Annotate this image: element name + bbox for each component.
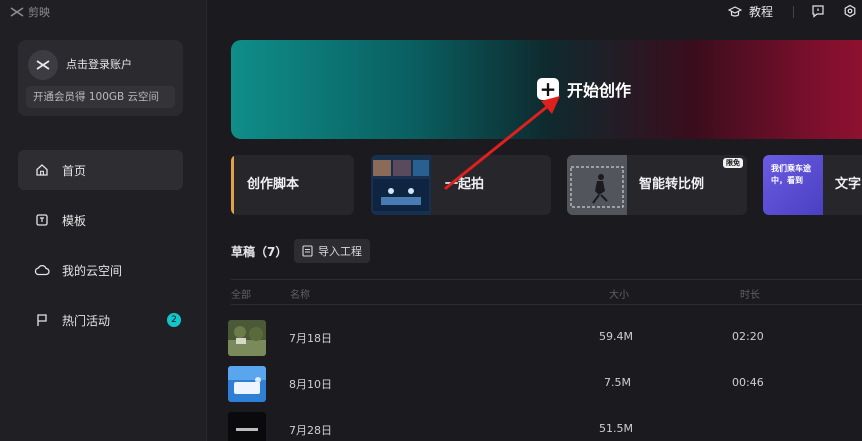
app-logo: 剪映 — [10, 4, 50, 20]
card-thumbnail: 我们乘车途中，看到 — [763, 155, 823, 215]
sidebar-item-activities[interactable]: 热门活动 2 — [18, 300, 183, 340]
header-divider — [231, 304, 862, 305]
topbar-divider — [793, 6, 794, 18]
plus-icon: + — [537, 78, 559, 100]
feedback-button[interactable] — [810, 3, 826, 19]
card-thumbnail — [567, 155, 627, 215]
draft-thumbnail — [228, 320, 266, 356]
sidebar-item-label: 我的云空间 — [62, 263, 123, 278]
message-icon — [812, 5, 824, 18]
sidebar: 剪映 点击登录账户 开通会员得 100GB 云空间 首页 模板 我的云空间 热门… — [0, 0, 207, 441]
login-link[interactable]: 点击登录账户 — [66, 56, 132, 72]
draft-size: 51.5M — [599, 422, 633, 435]
start-creation-button[interactable]: + 开始创作 — [537, 77, 631, 101]
column-header-all[interactable]: 全部 — [231, 286, 251, 301]
sidebar-item-label: 模板 — [62, 213, 87, 228]
capcut-logo-icon — [10, 7, 24, 17]
draft-name: 7月28日 — [289, 424, 332, 437]
capcut-avatar-icon — [36, 60, 50, 70]
notification-badge: 2 — [167, 313, 181, 327]
account-card[interactable]: 点击登录账户 开通会员得 100GB 云空间 — [18, 40, 183, 116]
table-row[interactable]: 8月10日 7.5M 00:46 — [228, 366, 862, 402]
document-icon — [302, 245, 313, 257]
cloud-icon — [34, 262, 50, 278]
draft-thumbnail — [228, 366, 266, 402]
draft-name: 7月18日 — [289, 332, 332, 345]
gear-icon — [844, 4, 856, 18]
sidebar-item-templates[interactable]: 模板 — [18, 200, 183, 240]
avatar[interactable] — [28, 50, 58, 80]
column-header-size[interactable]: 大小 — [609, 286, 629, 301]
column-header-duration[interactable]: 时长 — [740, 286, 760, 301]
card-label: 智能转比例 — [639, 177, 705, 192]
card-thumbnail — [371, 155, 431, 215]
card-label: 创作脚本 — [247, 177, 300, 192]
tutorial-label: 教程 — [749, 5, 774, 19]
template-icon — [34, 212, 50, 228]
import-project-label: 导入工程 — [318, 245, 362, 258]
graduation-cap-icon — [728, 5, 742, 17]
drafts-divider — [231, 279, 862, 280]
draft-size: 7.5M — [604, 376, 631, 389]
card-thumbnail-text: 我们乘车途中，看到 — [771, 164, 811, 185]
import-project-button[interactable]: 导入工程 — [294, 239, 370, 263]
flag-icon — [34, 312, 50, 328]
card-label: 一起拍 — [445, 177, 485, 192]
sidebar-item-home[interactable]: 首页 — [18, 150, 183, 190]
draft-duration: 00:46 — [732, 376, 764, 389]
sidebar-item-label: 首页 — [62, 163, 87, 178]
app-name: 剪映 — [28, 6, 50, 19]
settings-button[interactable] — [842, 3, 858, 19]
draft-size: 59.4M — [599, 330, 633, 343]
card-accent-bar — [231, 155, 234, 215]
sidebar-item-label: 热门活动 — [62, 313, 111, 328]
home-icon — [34, 162, 50, 178]
sidebar-item-cloud[interactable]: 我的云空间 — [18, 250, 183, 290]
start-creation-label: 开始创作 — [567, 81, 632, 100]
tutorial-button[interactable]: 教程 — [728, 3, 773, 20]
vip-promo-button[interactable]: 开通会员得 100GB 云空间 — [26, 86, 175, 108]
table-row[interactable]: 7月18日 59.4M 02:20 — [228, 320, 862, 356]
card-smart-aspect-ratio[interactable]: 智能转比例 限免 — [567, 155, 747, 215]
card-shoot-together[interactable]: 一起拍 — [371, 155, 551, 215]
draft-duration: 02:20 — [732, 330, 764, 343]
draft-thumbnail — [228, 412, 266, 441]
card-text-to-video[interactable]: 我们乘车途中，看到 文字 — [763, 155, 862, 215]
card-label: 文字 — [835, 177, 862, 192]
column-header-name[interactable]: 名称 — [290, 286, 310, 301]
table-row[interactable]: 7月28日 51.5M — [228, 412, 862, 441]
draft-name: 8月10日 — [289, 378, 332, 391]
drafts-title: 草稿（7） — [231, 245, 288, 259]
card-script[interactable]: 创作脚本 — [231, 155, 354, 215]
free-pill-badge: 限免 — [723, 158, 743, 168]
